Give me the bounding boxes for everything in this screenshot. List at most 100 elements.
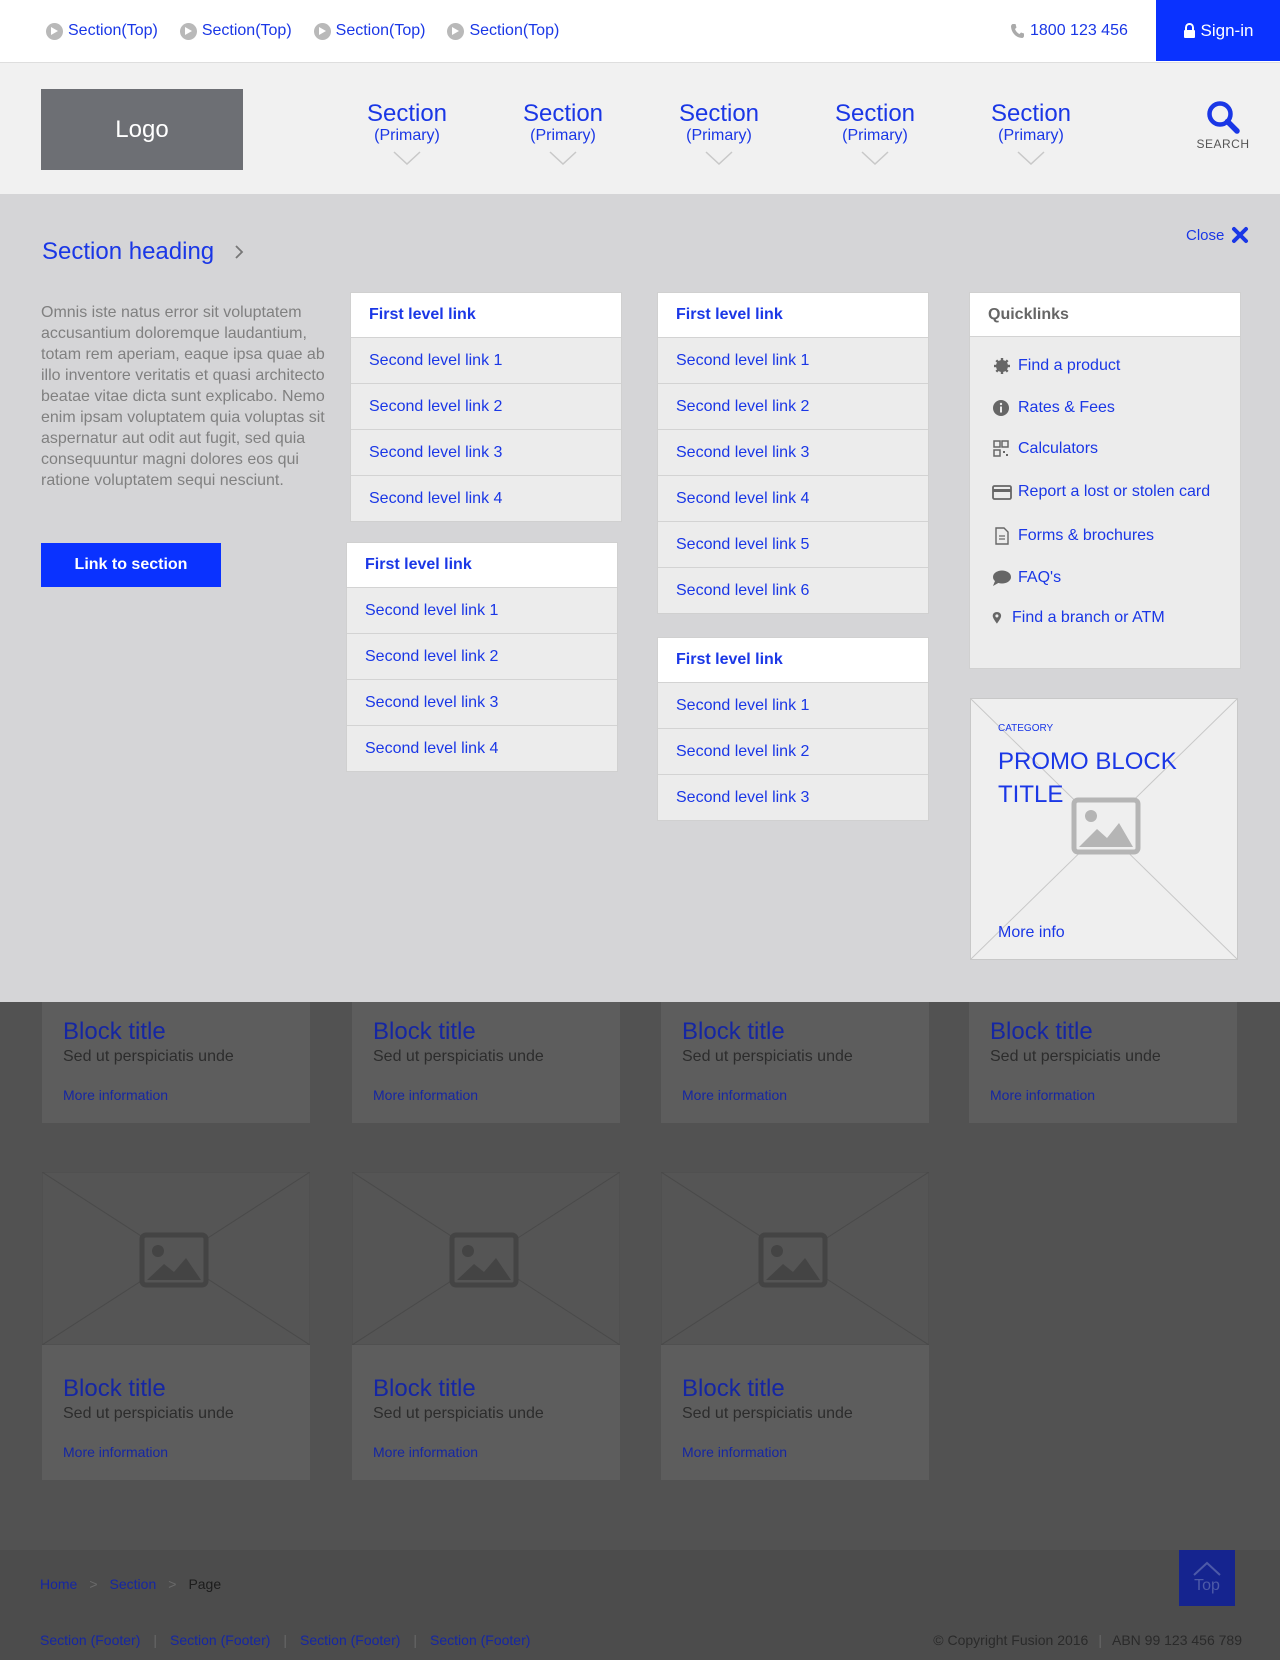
card-more-link[interactable]: More information <box>63 1444 168 1460</box>
close-button[interactable]: Close <box>1186 226 1249 244</box>
primary-nav-item-1[interactable]: Section (Primary) <box>352 101 462 165</box>
top-link-4[interactable]: Section(Top) <box>447 22 559 40</box>
footer-link[interactable]: Section (Footer) <box>430 1632 530 1648</box>
credit-card-icon <box>992 485 1012 500</box>
footer-link[interactable]: Section (Footer) <box>40 1632 140 1648</box>
breadcrumb-section[interactable]: Section <box>110 1576 157 1592</box>
second-level-link[interactable]: Second level link 1 <box>658 337 928 383</box>
quicklink-label: Calculators <box>1018 440 1099 457</box>
content-card[interactable]: Block title Sed ut perspiciatis unde Mor… <box>42 1172 310 1480</box>
primary-nav-item-2[interactable]: Section (Primary) <box>508 101 618 165</box>
primary-nav-item-5[interactable]: Section (Primary) <box>976 101 1086 165</box>
first-level-link[interactable]: First level link <box>658 293 928 337</box>
content-card[interactable]: Block title Sed ut perspiciatis unde Mor… <box>352 1002 620 1123</box>
second-level-link[interactable]: Second level link 6 <box>658 567 928 613</box>
site-header: Logo Section (Primary) Section (Primary)… <box>0 62 1280 194</box>
section-heading: Section heading <box>42 238 215 265</box>
quicklink-find-branch[interactable]: Find a branch or ATM <box>992 609 1165 627</box>
first-level-link[interactable]: First level link <box>351 293 621 337</box>
arrow-circle-icon <box>179 22 197 40</box>
second-level-link[interactable]: Second level link 4 <box>351 475 621 521</box>
footer-link[interactable]: Section (Footer) <box>300 1632 400 1648</box>
footer-divider: | <box>413 1632 418 1648</box>
footer-divider: | <box>283 1632 288 1648</box>
card-title: Block title <box>373 1018 476 1045</box>
footer-link[interactable]: Section (Footer) <box>170 1632 270 1648</box>
footer-divider: | <box>153 1632 158 1648</box>
card-more-link[interactable]: More information <box>63 1087 168 1103</box>
first-level-link[interactable]: First level link <box>347 543 617 587</box>
second-level-link[interactable]: Second level link 1 <box>658 682 928 728</box>
card-more-link[interactable]: More information <box>990 1087 1095 1103</box>
chevron-down-icon <box>393 151 421 165</box>
promo-more-info-link[interactable]: More info <box>998 924 1065 942</box>
card-more-link[interactable]: More information <box>373 1087 478 1103</box>
back-to-top-button[interactable]: Top <box>1179 1550 1235 1606</box>
content-card[interactable]: Block title Sed ut perspiciatis unde Mor… <box>969 1002 1237 1123</box>
primary-nav-title: Section <box>834 100 916 127</box>
top-link-1[interactable]: Section(Top) <box>46 22 158 40</box>
second-level-link[interactable]: Second level link 3 <box>351 429 621 475</box>
primary-nav-title: Section <box>990 100 1072 127</box>
link-to-section-button[interactable]: Link to section <box>41 543 221 587</box>
promo-category: CATEGORY <box>998 723 1054 734</box>
primary-nav-item-3[interactable]: Section (Primary) <box>664 101 774 165</box>
content-card[interactable]: Block title Sed ut perspiciatis unde Mor… <box>42 1002 310 1123</box>
sign-in-button[interactable]: Sign-in <box>1156 0 1280 61</box>
section-heading-link[interactable]: Section heading <box>42 238 244 266</box>
search-button[interactable]: SEARCH <box>1188 99 1258 151</box>
content-card[interactable]: Block title Sed ut perspiciatis unde Mor… <box>352 1172 620 1480</box>
quicklink-faqs[interactable]: FAQ's <box>992 569 1061 587</box>
menu-group: First level link Second level link 1 Sec… <box>347 543 617 771</box>
card-title: Block title <box>63 1018 166 1045</box>
second-level-link[interactable]: Second level link 2 <box>658 728 928 774</box>
second-level-link[interactable]: Second level link 5 <box>658 521 928 567</box>
second-level-link[interactable]: Second level link 2 <box>658 383 928 429</box>
phone-link[interactable]: 1800 123 456 <box>1010 22 1128 40</box>
quicklink-label: Report a lost or stolen card <box>1018 483 1211 500</box>
second-level-link[interactable]: Second level link 1 <box>351 337 621 383</box>
second-level-link[interactable]: Second level link 3 <box>658 774 928 820</box>
primary-nav-sub: (Primary) <box>686 127 752 144</box>
breadcrumb-home[interactable]: Home <box>40 1576 77 1592</box>
mega-menu-panel: Section heading Close Omnis iste natus e… <box>0 194 1280 1002</box>
second-level-link[interactable]: Second level link 3 <box>658 429 928 475</box>
content-card[interactable]: Block title Sed ut perspiciatis unde Mor… <box>661 1172 929 1480</box>
phone-icon <box>1011 24 1024 38</box>
card-more-link[interactable]: More information <box>373 1444 478 1460</box>
quicklink-rates-fees[interactable]: Rates & Fees <box>992 399 1115 417</box>
top-link-2[interactable]: Section(Top) <box>179 22 292 40</box>
logo[interactable]: Logo <box>41 89 243 170</box>
site-footer: Home > Section > Page Top Section (Foote… <box>0 1550 1280 1660</box>
card-subtitle: Sed ut perspiciatis unde <box>373 1405 544 1422</box>
second-level-link[interactable]: Second level link 1 <box>347 587 617 633</box>
content-card[interactable]: Block title Sed ut perspiciatis unde Mor… <box>661 1002 929 1123</box>
quicklink-label: Forms & brochures <box>1018 527 1155 544</box>
page-content-overlay: Block title Sed ut perspiciatis unde Mor… <box>0 1002 1280 1550</box>
quicklink-calculators[interactable]: Calculators <box>992 440 1098 458</box>
breadcrumb-current: Page <box>188 1576 222 1592</box>
close-icon <box>1232 227 1249 243</box>
primary-nav-title: Section <box>678 100 760 127</box>
second-level-link[interactable]: Second level link 4 <box>658 475 928 521</box>
quicklink-forms[interactable]: Forms & brochures <box>992 527 1154 545</box>
quicklink-lost-card[interactable]: Report a lost or stolen card <box>992 483 1210 501</box>
quicklink-find-product[interactable]: Find a product <box>992 357 1120 375</box>
first-level-link[interactable]: First level link <box>658 638 928 682</box>
quicklink-label: Rates & Fees <box>1018 399 1115 416</box>
footer-divider: | <box>1098 1632 1102 1648</box>
second-level-link[interactable]: Second level link 2 <box>347 633 617 679</box>
second-level-link[interactable]: Second level link 2 <box>351 383 621 429</box>
primary-nav-item-4[interactable]: Section (Primary) <box>820 101 930 165</box>
document-icon <box>995 527 1009 545</box>
second-level-link[interactable]: Second level link 4 <box>347 725 617 771</box>
gear-icon <box>994 358 1010 374</box>
card-subtitle: Sed ut perspiciatis unde <box>373 1048 544 1065</box>
card-more-link[interactable]: More information <box>682 1087 787 1103</box>
primary-nav-sub: (Primary) <box>374 127 440 144</box>
top-link-3[interactable]: Section(Top) <box>313 22 425 40</box>
arrow-circle-icon <box>447 22 465 40</box>
promo-block[interactable]: CATEGORY PROMO BLOCK TITLE More info <box>970 698 1238 960</box>
second-level-link[interactable]: Second level link 3 <box>347 679 617 725</box>
card-more-link[interactable]: More information <box>682 1444 787 1460</box>
